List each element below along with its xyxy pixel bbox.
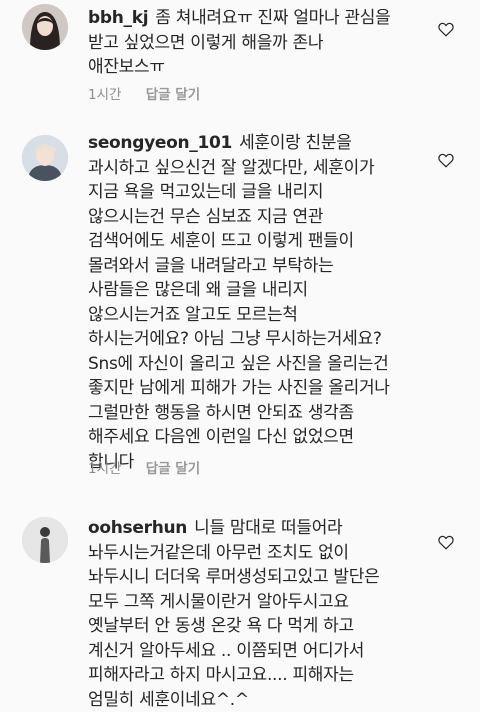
username-link[interactable]: bbh_kj bbox=[88, 8, 149, 28]
comment-text: oohserhun 니들 맘대로 떠들어라 놔두시는거같은데 아무런 조치도 없이… bbox=[88, 518, 380, 710]
comment-text: bbh_kj 좀 쳐내려요ㅠ 진짜 얼마나 관심을 받고 싶었으면 이렇게 해을까… bbox=[88, 8, 391, 77]
avatar[interactable] bbox=[22, 517, 68, 563]
comment-meta: 1시간 답글 달기 bbox=[88, 457, 220, 477]
comment-time: 1시간 bbox=[88, 461, 122, 477]
comment-item: bbh_kj 좀 쳐내려요ㅠ 진짜 얼마나 관심을 받고 싶었으면 이렇게 해을까… bbox=[0, 0, 480, 110]
avatar[interactable] bbox=[22, 135, 68, 181]
like-heart-icon[interactable] bbox=[438, 535, 454, 550]
username-link[interactable]: oohserhun bbox=[88, 518, 187, 538]
avatar[interactable] bbox=[22, 4, 68, 50]
comment-text: seongyeon_101 세훈이랑 친분을 과시하고 싶으신건 잘 알겠다만, … bbox=[88, 133, 390, 472]
username-link[interactable]: seongyeon_101 bbox=[88, 133, 232, 153]
reply-button[interactable]: 답글 달기 bbox=[146, 461, 200, 477]
like-heart-icon[interactable] bbox=[438, 153, 454, 168]
like-heart-icon[interactable] bbox=[438, 22, 454, 37]
comment-item: seongyeon_101 세훈이랑 친분을 과시하고 싶으신건 잘 알겠다만, … bbox=[0, 125, 480, 495]
reply-button[interactable]: 답글 달기 bbox=[146, 87, 200, 103]
comment-meta: 1시간 답글 달기 bbox=[88, 83, 220, 103]
comment-item: oohserhun 니들 맘대로 떠들어라 놔두시는거같은데 아무런 조치도 없이… bbox=[0, 505, 480, 710]
comment-time: 1시간 bbox=[88, 87, 122, 103]
